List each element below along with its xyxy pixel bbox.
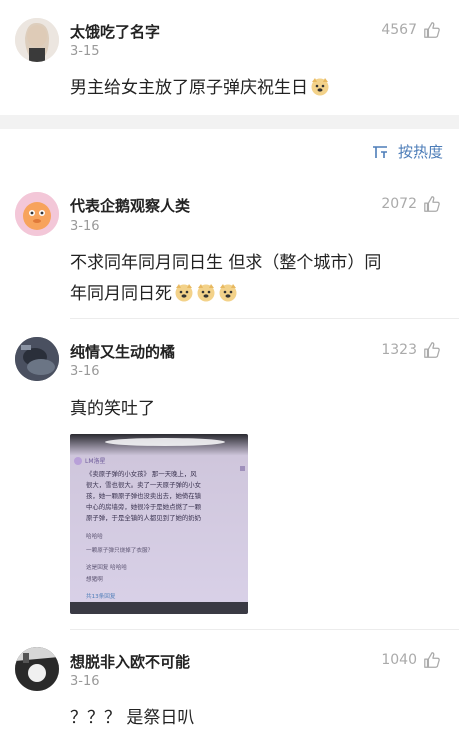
divider: [70, 318, 459, 319]
comment-date: 3-15: [70, 44, 100, 59]
sort-icon: [372, 145, 387, 158]
section-separator: [0, 115, 459, 129]
username[interactable]: 纯情又生动的橘: [70, 341, 175, 362]
username[interactable]: 太饿吃了名字: [70, 21, 160, 42]
thumbs-up-icon: [424, 196, 440, 212]
svg-text:共13条回复: 共13条回复: [86, 592, 116, 600]
svg-text:很大，雪也很大。卖了一天原子弹的小女: 很大，雪也很大。卖了一天原子弹的小女: [86, 480, 202, 489]
username[interactable]: 代表企鹅观察人类: [70, 195, 190, 216]
svg-text:这是回复 哈哈哈: 这是回复 哈哈哈: [86, 563, 127, 571]
svg-text:想猪啊: 想猪啊: [86, 575, 103, 583]
like-count: 4567: [381, 22, 417, 38]
svg-text:中心的房墙旁，她很冷于是她点燃了一颗: 中心的房墙旁，她很冷于是她点燃了一颗: [86, 502, 202, 511]
thumbs-up-icon: [424, 342, 440, 358]
avatar[interactable]: [15, 192, 59, 236]
like-count: 2072: [381, 196, 417, 212]
like-button[interactable]: 2072: [381, 195, 441, 213]
svg-text:原子弹，于是全镇的人都见到了她的奶奶: 原子弹，于是全镇的人都见到了她的奶奶: [86, 513, 201, 522]
username[interactable]: 想脱非入欧不可能: [70, 651, 190, 672]
avatar[interactable]: [15, 337, 59, 381]
like-count: 1040: [381, 652, 417, 668]
divider: [70, 629, 459, 630]
comment-text: 真的笑吐了: [70, 399, 155, 419]
sort-label: 按热度: [397, 143, 443, 161]
embedded-author: LM洛星: [85, 457, 106, 465]
comment-date: 3-16: [70, 674, 100, 689]
thumbs-up-icon: [424, 22, 440, 38]
like-button[interactable]: 1040: [381, 651, 441, 669]
doge-emoji-icon: [197, 284, 215, 302]
avatar[interactable]: [15, 18, 59, 62]
svg-text:一颗原子弹只烧掉了衣服？: 一颗原子弹只烧掉了衣服？: [86, 546, 153, 554]
comment-date: 3-16: [70, 364, 100, 379]
avatar[interactable]: [15, 647, 59, 691]
svg-text:《卖原子弹的小女孩》 那一天晚上，风: 《卖原子弹的小女孩》 那一天晚上，风: [86, 469, 197, 478]
comment-date: 3-16: [70, 219, 100, 234]
comment-text: 男主给女主放了原子弹庆祝生日: [70, 73, 439, 104]
svg-text:孩，她一颗原子弹也没卖出去，她倚在镇: 孩，她一颗原子弹也没卖出去，她倚在镇: [86, 491, 202, 500]
svg-text:哈哈哈: 哈哈哈: [86, 532, 103, 540]
doge-emoji-icon: [175, 284, 193, 302]
sort-toggle[interactable]: 按热度: [372, 141, 443, 162]
thumbs-up-icon: [424, 652, 440, 668]
doge-emoji-icon: [219, 284, 237, 302]
comment-text: ？？？ 是祭日叭: [70, 708, 195, 728]
like-button[interactable]: 1323: [381, 341, 441, 359]
comment-text: 不求同年同月同日生 但求（整个城市）同 年同月同日死: [70, 253, 382, 304]
comment-image[interactable]: LM洛星 《卖原子弹的小女孩》 那一天晚上，风 很大，雪也很大。卖了一天原子弹的…: [70, 434, 248, 614]
like-count: 1323: [381, 342, 417, 358]
like-button[interactable]: 4567: [381, 21, 441, 39]
doge-emoji-icon: [311, 78, 329, 96]
